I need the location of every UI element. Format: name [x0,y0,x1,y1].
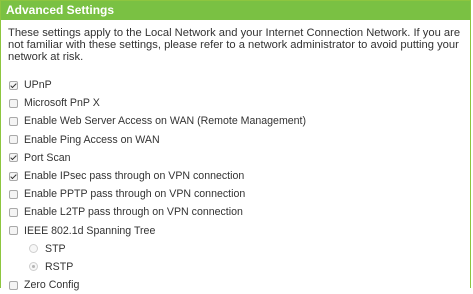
microsoft-pnpx-checkbox[interactable] [9,98,18,108]
option-zero-config[interactable]: Zero Config [1,276,470,294]
pptp-passthrough-checkbox[interactable] [9,189,18,199]
option-spanning-tree[interactable]: IEEE 802.1d Spanning Tree [1,222,470,240]
options-list: UPnP Microsoft PnP X Enable Web Server A… [1,76,470,294]
port-scan-label: Port Scan [24,151,71,164]
panel-header: Advanced Settings [1,1,470,20]
option-l2tp-passthrough[interactable]: Enable L2TP pass through on VPN connecti… [1,203,470,221]
rstp-label: RSTP [45,260,74,273]
option-pptp-passthrough[interactable]: Enable PPTP pass through on VPN connecti… [1,185,470,203]
ipsec-passthrough-checkbox[interactable] [9,171,18,181]
remote-management-label: Enable Web Server Access on WAN (Remote … [24,115,307,128]
option-upnp[interactable]: UPnP [1,76,470,94]
settings-description: These settings apply to the Local Networ… [8,27,461,63]
spanning-tree-checkbox[interactable] [9,226,18,236]
option-ipsec-passthrough[interactable]: Enable IPsec pass through on VPN connect… [1,167,470,185]
spanning-tree-label: IEEE 802.1d Spanning Tree [24,224,156,237]
stp-radio[interactable] [29,244,38,254]
ipsec-passthrough-label: Enable IPsec pass through on VPN connect… [24,170,245,183]
pptp-passthrough-label: Enable PPTP pass through on VPN connecti… [24,188,246,201]
remote-management-checkbox[interactable] [9,116,18,126]
l2tp-passthrough-checkbox[interactable] [9,207,18,217]
spanning-tree-mode-rstp[interactable]: RSTP [1,258,470,276]
port-scan-checkbox[interactable] [9,153,18,163]
option-ping-access[interactable]: Enable Ping Access on WAN [1,131,470,149]
stp-label: STP [45,242,66,255]
upnp-label: UPnP [24,79,52,92]
upnp-checkbox[interactable] [9,80,18,90]
rstp-radio[interactable] [29,262,38,272]
spanning-tree-mode-stp[interactable]: STP [1,240,470,258]
zero-config-label: Zero Config [24,279,80,292]
option-remote-management[interactable]: Enable Web Server Access on WAN (Remote … [1,112,470,130]
ping-access-label: Enable Ping Access on WAN [24,133,160,146]
l2tp-passthrough-label: Enable L2TP pass through on VPN connecti… [24,206,243,219]
option-microsoft-pnpx[interactable]: Microsoft PnP X [1,94,470,112]
microsoft-pnpx-label: Microsoft PnP X [24,97,100,110]
advanced-settings-panel: Advanced Settings These settings apply t… [0,0,471,291]
zero-config-checkbox[interactable] [9,280,18,290]
ping-access-checkbox[interactable] [9,135,18,145]
option-port-scan[interactable]: Port Scan [1,149,470,167]
